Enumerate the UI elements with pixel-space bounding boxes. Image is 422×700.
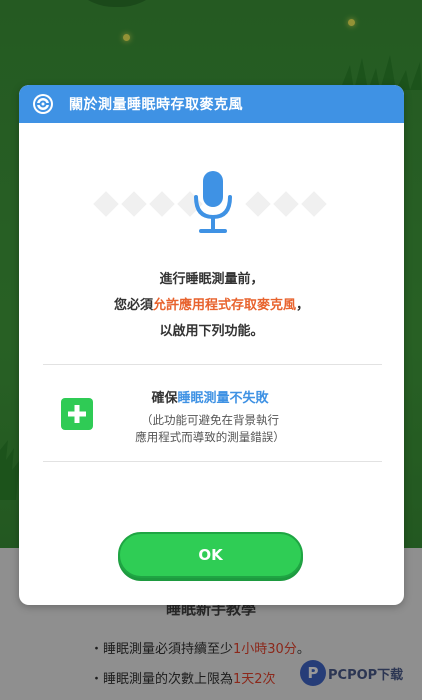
permission-explanation: 進行睡眠測量前， 您必須允許應用程式存取麥克風， 以啟用下列功能。 xyxy=(113,272,310,339)
decorative-diamond xyxy=(245,191,271,217)
divider xyxy=(43,461,382,462)
microphone-icon xyxy=(194,171,232,233)
decorative-diamond xyxy=(149,191,175,217)
feature-description: （此功能可避免在背景執行 應用程式而導致的測量錯誤） xyxy=(135,413,285,444)
plus-icon xyxy=(61,398,93,430)
dialog-title: 關於測量睡眠時存取麥克風 xyxy=(69,97,243,113)
decorative-diamond xyxy=(301,191,327,217)
feature-title: 確保睡眠測量不失敗 xyxy=(151,391,269,406)
feature-item: 確保睡眠測量不失敗 （此功能可避免在背景執行 應用程式而導致的測量錯誤） xyxy=(115,387,305,446)
microphone-permission-dialog: 關於測量睡眠時存取麥克風 進行睡眠測量前， 您必須允許應用程式存取麥克風， 以啟… xyxy=(19,85,404,605)
decorative-diamond xyxy=(273,191,299,217)
divider xyxy=(43,364,382,365)
pokeball-icon xyxy=(33,94,53,114)
ok-button[interactable]: OK xyxy=(118,532,303,578)
dialog-header: 關於測量睡眠時存取麥克風 xyxy=(19,85,404,123)
decorative-diamond xyxy=(121,191,147,217)
decorative-diamond xyxy=(93,191,119,217)
microphone-illustration xyxy=(19,165,404,255)
